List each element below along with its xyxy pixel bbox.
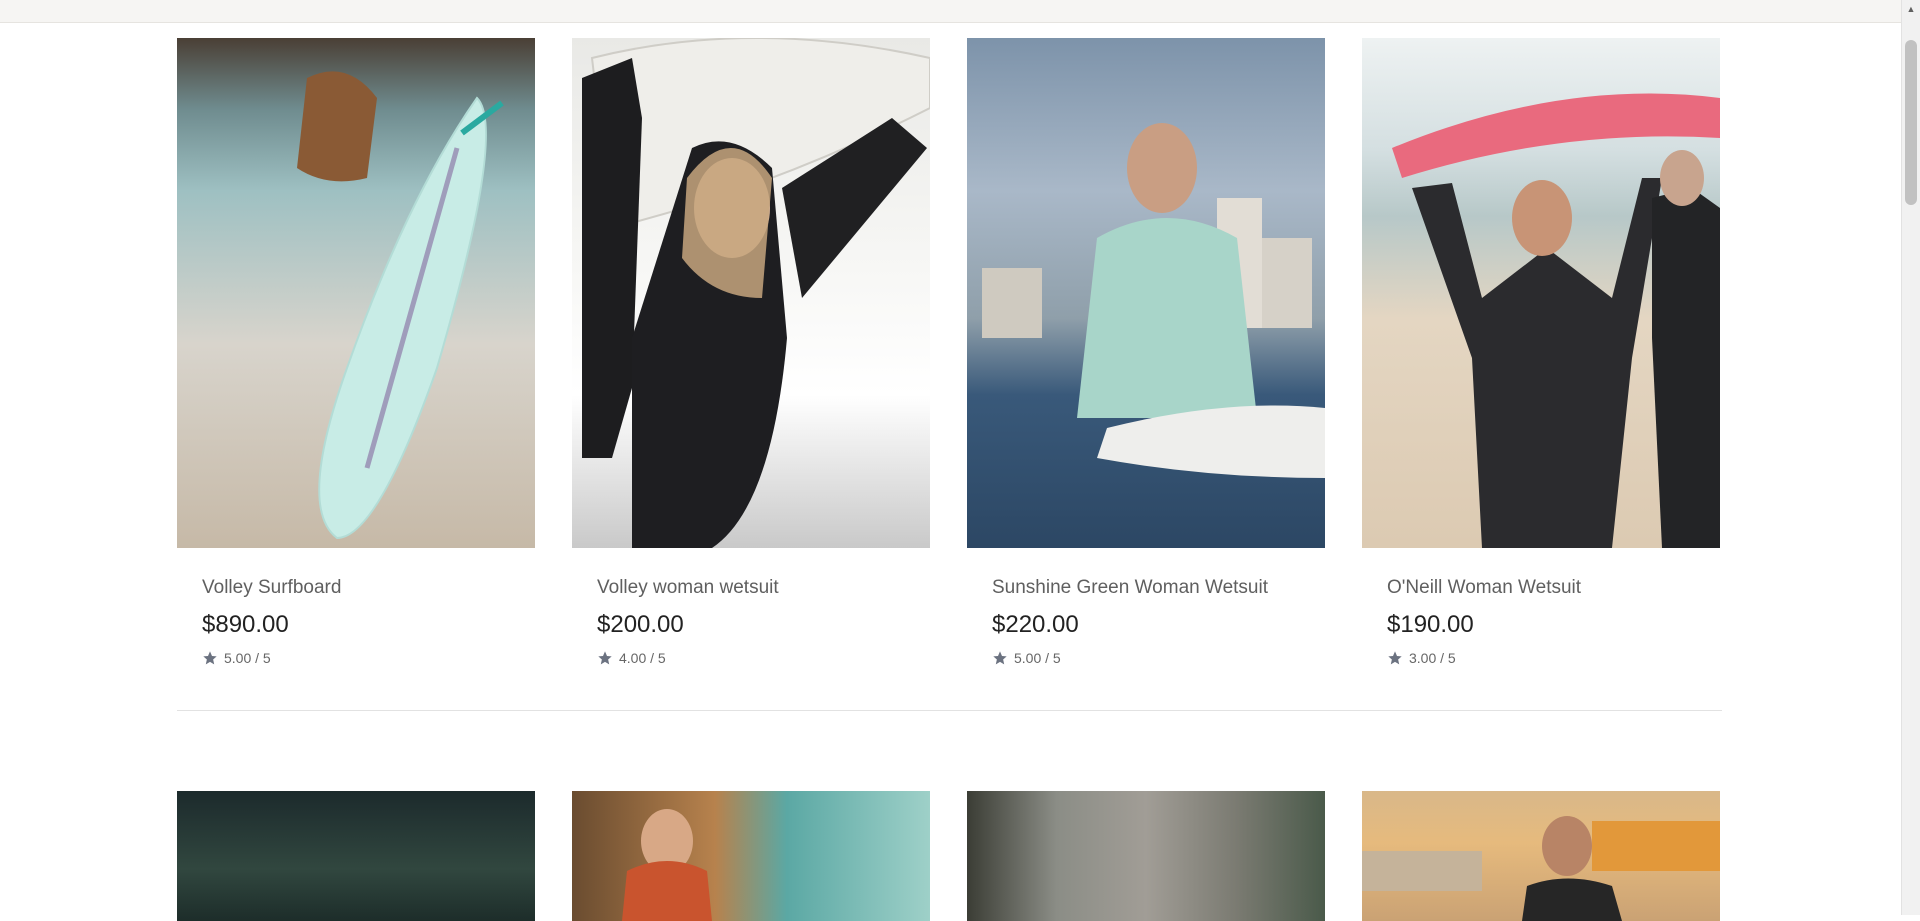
scrollbar[interactable]: ▲ bbox=[1901, 0, 1920, 915]
product-card[interactable] bbox=[572, 791, 930, 921]
rating-value: 3.00 / 5 bbox=[1409, 650, 1456, 666]
product-price: $190.00 bbox=[1387, 611, 1474, 638]
product-info: Sunshine Green Woman Wetsuit $220.00 5.0… bbox=[967, 548, 1325, 672]
product-name[interactable]: O'Neill Woman Wetsuit bbox=[1387, 577, 1581, 599]
star-icon bbox=[1387, 650, 1403, 666]
product-name[interactable]: Sunshine Green Woman Wetsuit bbox=[992, 577, 1268, 599]
product-rating: 3.00 / 5 bbox=[1387, 650, 1456, 666]
product-price: $890.00 bbox=[202, 611, 289, 638]
product-image[interactable] bbox=[572, 791, 930, 921]
product-price: $220.00 bbox=[992, 611, 1079, 638]
star-icon bbox=[597, 650, 613, 666]
product-row bbox=[177, 791, 1722, 921]
product-info: Volley woman wetsuit $200.00 4.00 / 5 bbox=[572, 548, 930, 672]
product-rating: 5.00 / 5 bbox=[202, 650, 271, 666]
rating-value: 5.00 / 5 bbox=[1014, 650, 1061, 666]
product-info: Volley Surfboard $890.00 5.00 / 5 bbox=[177, 548, 535, 672]
product-info: O'Neill Woman Wetsuit $190.00 3.00 / 5 bbox=[1362, 548, 1720, 672]
star-icon bbox=[992, 650, 1008, 666]
product-image[interactable] bbox=[967, 791, 1325, 921]
rating-value: 4.00 / 5 bbox=[619, 650, 666, 666]
product-image[interactable] bbox=[1362, 791, 1720, 921]
rating-value: 5.00 / 5 bbox=[224, 650, 271, 666]
product-image[interactable] bbox=[572, 38, 930, 548]
product-name[interactable]: Volley woman wetsuit bbox=[597, 577, 779, 599]
product-image[interactable] bbox=[1362, 38, 1720, 548]
product-grid: Volley Surfboard $890.00 5.00 / 5 Volley… bbox=[177, 38, 1722, 921]
row-divider bbox=[177, 710, 1722, 711]
product-row: Volley Surfboard $890.00 5.00 / 5 Volley… bbox=[177, 38, 1722, 672]
product-card[interactable] bbox=[177, 791, 535, 921]
scrollbar-thumb[interactable] bbox=[1905, 40, 1917, 205]
product-card[interactable] bbox=[967, 791, 1325, 921]
product-image[interactable] bbox=[967, 38, 1325, 548]
product-card[interactable] bbox=[1362, 791, 1720, 921]
star-icon bbox=[202, 650, 218, 666]
product-card[interactable]: O'Neill Woman Wetsuit $190.00 3.00 / 5 bbox=[1362, 38, 1720, 672]
product-price: $200.00 bbox=[597, 611, 684, 638]
product-card[interactable]: Volley Surfboard $890.00 5.00 / 5 bbox=[177, 38, 535, 672]
product-card[interactable]: Sunshine Green Woman Wetsuit $220.00 5.0… bbox=[967, 38, 1325, 672]
product-image[interactable] bbox=[177, 38, 535, 548]
product-name[interactable]: Volley Surfboard bbox=[202, 577, 341, 599]
product-rating: 4.00 / 5 bbox=[597, 650, 666, 666]
scroll-up-arrow-icon[interactable]: ▲ bbox=[1902, 0, 1920, 18]
product-card[interactable]: Volley woman wetsuit $200.00 4.00 / 5 bbox=[572, 38, 930, 672]
browser-top-bar bbox=[0, 0, 1902, 23]
product-rating: 5.00 / 5 bbox=[992, 650, 1061, 666]
product-image[interactable] bbox=[177, 791, 535, 921]
